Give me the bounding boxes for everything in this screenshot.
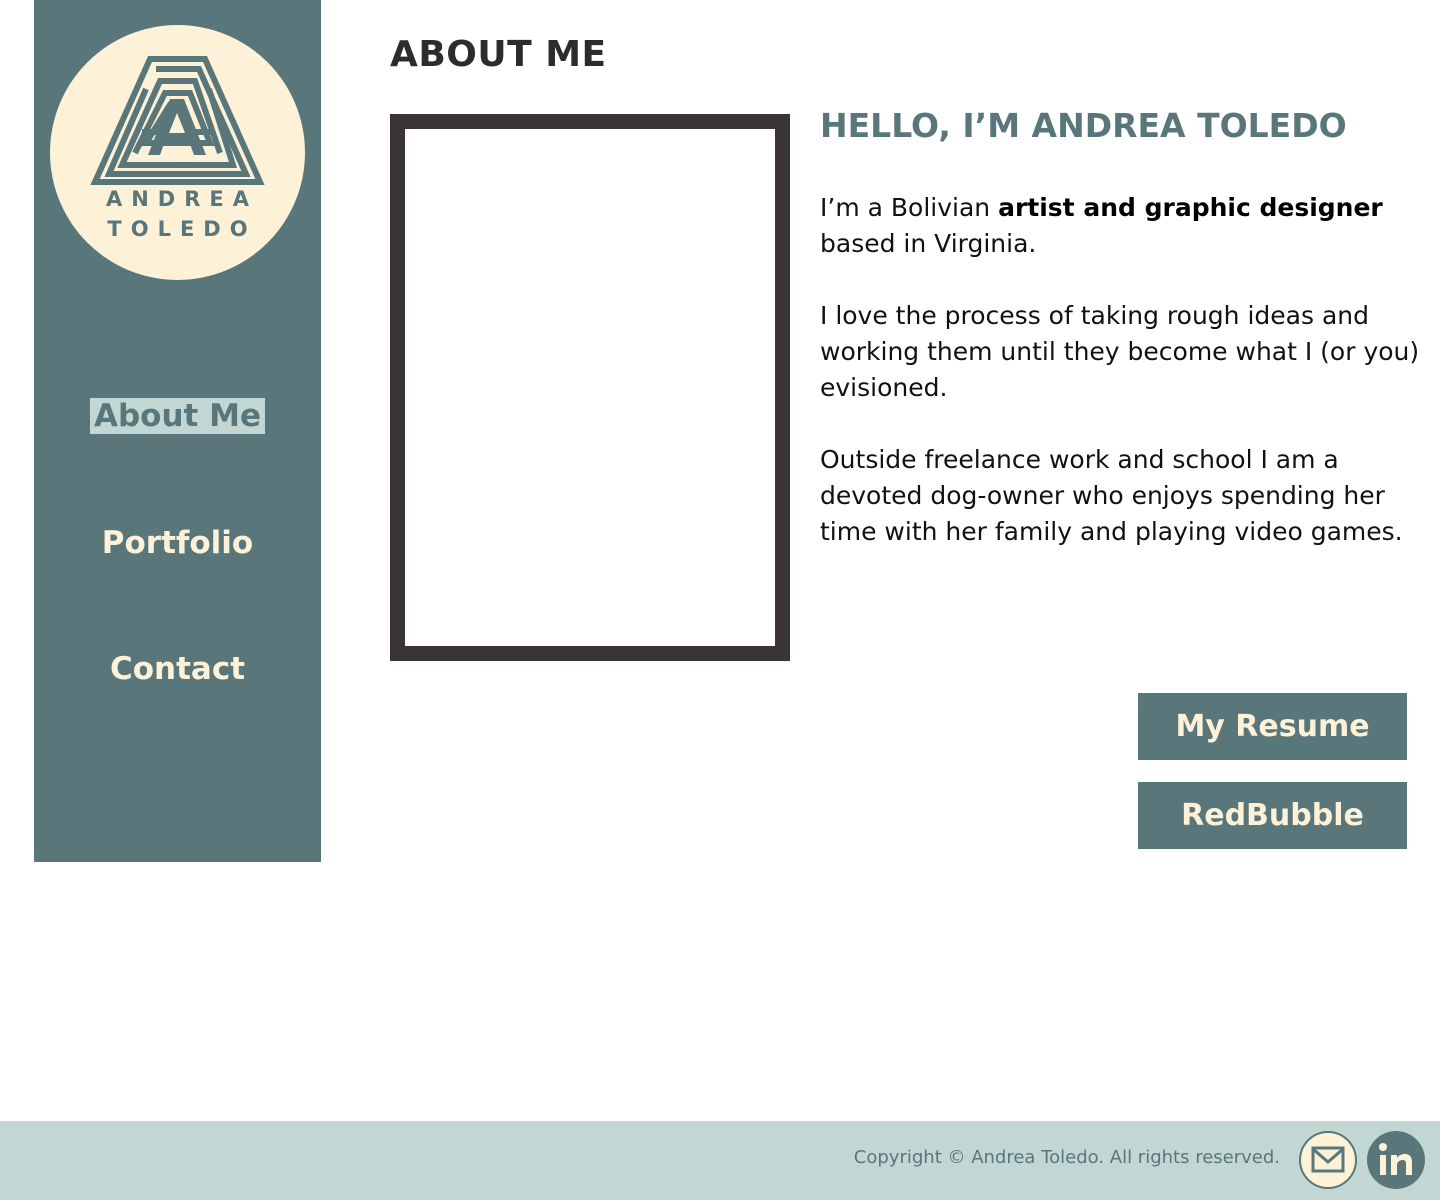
page: ANDREA TOLEDO About Me Portfolio Contact… bbox=[0, 0, 1440, 1200]
greeting-heading: HELLO, I’M ANDREA TOLEDO bbox=[820, 106, 1347, 145]
photo-frame bbox=[390, 114, 790, 661]
maze-a-icon bbox=[90, 56, 265, 185]
linkedin-icon bbox=[1379, 1143, 1412, 1175]
mail-icon bbox=[1311, 1146, 1345, 1173]
redbubble-button[interactable]: RedBubble bbox=[1138, 782, 1407, 849]
linkedin-button[interactable] bbox=[1367, 1131, 1425, 1189]
footer: Copyright © Andrea Toledo. All rights re… bbox=[0, 1121, 1440, 1200]
bio-paragraph-1: I’m a Bolivian artist and graphic design… bbox=[820, 193, 1383, 258]
bio-text: I’m a Bolivian artist and graphic design… bbox=[820, 190, 1420, 586]
logo[interactable]: ANDREA TOLEDO bbox=[50, 25, 305, 280]
bio-highlight: artist and graphic designer bbox=[998, 193, 1383, 222]
bio-paragraph-2: I love the process of taking rough ideas… bbox=[820, 301, 1420, 402]
nav-about-me[interactable]: About Me bbox=[34, 398, 321, 434]
mail-button[interactable] bbox=[1299, 1131, 1357, 1189]
logo-text-first: ANDREA bbox=[105, 187, 259, 211]
my-resume-button[interactable]: My Resume bbox=[1138, 693, 1407, 760]
nav-contact-label: Contact bbox=[109, 651, 246, 687]
bio-paragraph-3: Outside freelance work and school I am a… bbox=[820, 445, 1403, 546]
copyright-text: Copyright © Andrea Toledo. All rights re… bbox=[853, 1147, 1280, 1168]
nav-portfolio-label: Portfolio bbox=[101, 525, 254, 561]
page-title: ABOUT ME bbox=[390, 34, 607, 75]
nav-portfolio[interactable]: Portfolio bbox=[34, 525, 321, 561]
nav-contact[interactable]: Contact bbox=[34, 651, 321, 687]
sidebar: ANDREA TOLEDO About Me Portfolio Contact bbox=[34, 0, 321, 862]
nav-about-me-label: About Me bbox=[89, 398, 266, 434]
logo-text-second: TOLEDO bbox=[107, 217, 257, 241]
